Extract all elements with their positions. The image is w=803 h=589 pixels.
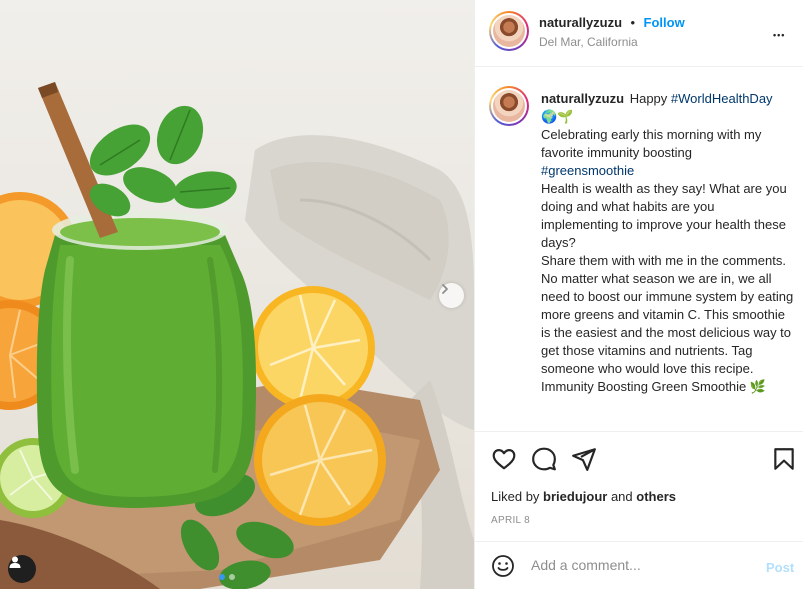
share-button[interactable] [571, 446, 597, 472]
liker-username[interactable]: briedujour [543, 489, 607, 504]
post-date[interactable]: APRIL 8 [491, 515, 530, 526]
avatar-image [493, 90, 525, 122]
author-username[interactable]: naturallyzuzu [539, 15, 622, 30]
more-options-button[interactable]: ••• [773, 22, 785, 43]
caption-emoji: 🌍🌱 [541, 109, 574, 124]
caption-avatar[interactable] [489, 86, 529, 126]
heart-icon [492, 449, 516, 470]
share-icon [572, 448, 596, 471]
comment-button[interactable] [531, 446, 557, 472]
likes-summary: Liked by briedujour and others [491, 489, 676, 504]
caption-paragraph: Share them with with me in the comments. [541, 253, 786, 268]
post-comment-button[interactable]: Post [766, 560, 794, 575]
post-location[interactable]: Del Mar, California [539, 35, 638, 49]
carousel-next-button[interactable] [439, 283, 464, 308]
chevron-right-icon [442, 284, 448, 294]
likes-prefix: Liked by [491, 489, 540, 504]
caption-text: naturallyzuzu Happy #WorldHealthDay 🌍🌱 C… [541, 90, 795, 396]
caption-intro: Happy [629, 91, 668, 106]
comment-bar: Post [475, 541, 803, 589]
more-icon: ••• [773, 30, 786, 40]
user-tag-icon [9, 556, 21, 568]
post-details-panel: naturallyzuzu • Follow Del Mar, Californ… [474, 0, 803, 589]
caption-username[interactable]: naturallyzuzu [541, 91, 624, 106]
post-header: naturallyzuzu • Follow Del Mar, Californ… [475, 0, 803, 67]
follow-button[interactable]: Follow [644, 15, 685, 30]
user-tags-button[interactable] [8, 555, 36, 583]
caption-paragraph: Health is wealth as they say! What are y… [541, 181, 787, 250]
post-image [0, 0, 474, 589]
separator-dot: • [630, 15, 636, 30]
carousel-dot [229, 574, 235, 580]
divider [475, 431, 803, 432]
likes-others-link[interactable]: others [636, 489, 676, 504]
caption-paragraph: Immunity Boosting Green Smoothie 🌿 [541, 379, 767, 394]
author-avatar[interactable] [489, 11, 529, 51]
like-button[interactable] [491, 446, 517, 472]
caption-line: Celebrating early this morning with my f… [541, 127, 762, 160]
comment-input[interactable] [531, 557, 751, 573]
hashtag-link[interactable]: #greensmoothie [541, 163, 634, 178]
bookmark-icon [774, 448, 794, 470]
smiley-icon [492, 555, 514, 577]
smoothie-photo [0, 82, 474, 589]
carousel-dot-active [219, 574, 225, 580]
comment-icon [532, 447, 556, 471]
caption-paragraph: No matter what season we are in, we all … [541, 271, 794, 376]
save-button[interactable] [771, 446, 797, 472]
emoji-button[interactable] [491, 554, 515, 578]
carousel-indicator [219, 574, 235, 580]
avatar-image [493, 15, 525, 47]
likes-and: and [610, 489, 633, 504]
hashtag-link[interactable]: #WorldHealthDay [671, 91, 773, 106]
caption-section: naturallyzuzu Happy #WorldHealthDay 🌍🌱 C… [475, 67, 803, 431]
